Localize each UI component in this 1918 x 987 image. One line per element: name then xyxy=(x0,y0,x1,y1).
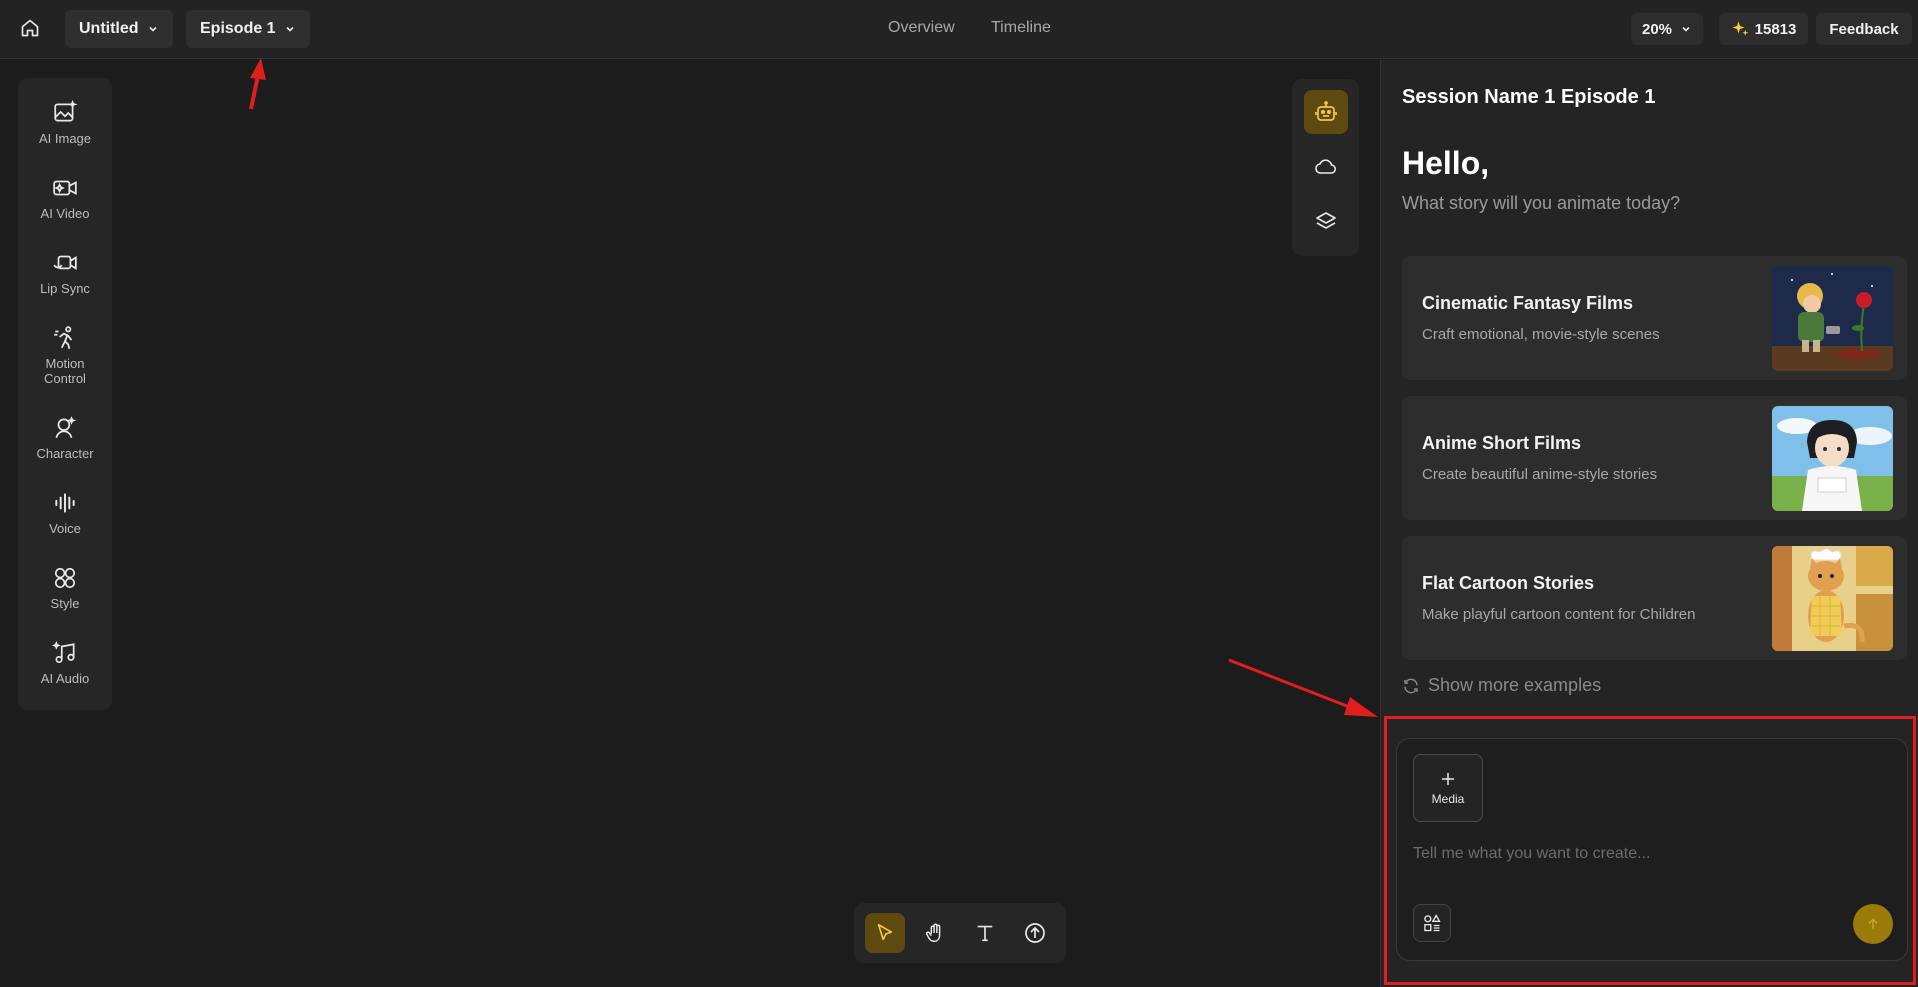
upload-tool[interactable] xyxy=(1015,913,1055,953)
upload-icon xyxy=(1025,923,1045,943)
motion-control-icon xyxy=(54,326,73,350)
annotation-arrow-composer xyxy=(1228,658,1378,717)
tool-label: Character xyxy=(36,446,94,461)
tool-label: Style xyxy=(50,596,80,611)
card-thumbnail xyxy=(1772,406,1893,511)
tool-ai-video[interactable]: AI Video xyxy=(18,175,112,221)
lip-sync-icon xyxy=(53,255,77,270)
pointer-icon xyxy=(877,923,893,941)
view-toolbar xyxy=(1292,79,1359,256)
send-button[interactable] xyxy=(1853,904,1893,944)
card-description: Craft emotional, movie-style scenes xyxy=(1422,326,1660,343)
home-icon xyxy=(21,19,39,37)
shapes-icon xyxy=(1424,914,1441,932)
episode-label: Episode 1 xyxy=(200,20,276,37)
credits-badge[interactable]: 15813 xyxy=(1719,13,1808,45)
ai-video-icon xyxy=(53,180,77,196)
hand-icon xyxy=(926,923,941,942)
canvas-toolbar xyxy=(854,903,1066,963)
cloud-button[interactable] xyxy=(1304,145,1348,189)
layers-icon xyxy=(1316,212,1336,229)
cloud-icon xyxy=(1315,159,1337,174)
zoom-level: 20% xyxy=(1641,20,1673,38)
tool-label: AI Audio xyxy=(40,671,90,686)
home-button[interactable] xyxy=(16,12,44,44)
card-title: Cinematic Fantasy Films xyxy=(1422,293,1634,313)
sparkles-icon xyxy=(1732,21,1748,36)
select-tool[interactable] xyxy=(865,913,905,953)
assistant-panel: Session Name 1 Episode 1 Hello, What sto… xyxy=(1380,60,1918,987)
nav-timeline[interactable]: Timeline xyxy=(991,19,1051,37)
annotation-arrow-episode xyxy=(249,58,266,110)
episode-dropdown[interactable]: Episode 1 xyxy=(186,10,310,48)
session-title: Session Name 1 Episode 1 xyxy=(1402,86,1656,108)
card-thumbnail xyxy=(1772,266,1893,371)
layers-button[interactable] xyxy=(1304,200,1348,244)
tool-label: AI Video xyxy=(40,206,90,221)
chevron-down-icon xyxy=(1682,26,1690,32)
hand-tool[interactable] xyxy=(915,913,955,953)
tool-ai-audio[interactable]: AI Audio xyxy=(18,640,112,686)
card-description: Create beautiful anime-style stories xyxy=(1422,466,1658,483)
ai-audio-icon xyxy=(52,641,75,664)
tool-ai-image[interactable]: AI Image xyxy=(18,100,112,146)
card-thumbnail xyxy=(1772,546,1893,651)
style-icon xyxy=(54,567,76,589)
voice-icon xyxy=(55,493,75,513)
card-description: Make playful cartoon content for Childre… xyxy=(1422,606,1696,623)
tool-lip-sync[interactable]: Lip Sync xyxy=(18,250,112,296)
feedback-button[interactable]: Feedback xyxy=(1816,13,1912,45)
chevron-down-icon xyxy=(286,26,294,32)
tool-label: Voice xyxy=(49,521,81,536)
agent-button[interactable] xyxy=(1304,90,1348,134)
tool-label: Lip Sync xyxy=(40,281,90,296)
tool-label: AI Image xyxy=(38,131,92,146)
zoom-dropdown[interactable]: 20% xyxy=(1631,13,1703,45)
example-card-cartoon[interactable]: Flat Cartoon Stories Make playful cartoo… xyxy=(1402,536,1907,660)
add-media-button[interactable]: Media xyxy=(1413,754,1483,822)
tool-label: Motion Control xyxy=(44,356,86,386)
nav-overview[interactable]: Overview xyxy=(888,19,955,37)
example-card-anime[interactable]: Anime Short Films Create beautiful anime… xyxy=(1402,396,1907,520)
show-more-examples[interactable]: Show more examples xyxy=(1402,675,1601,696)
project-label: Untitled xyxy=(79,20,139,37)
project-dropdown[interactable]: Untitled xyxy=(65,10,173,48)
chevron-down-icon xyxy=(148,26,157,32)
card-title: Flat Cartoon Stories xyxy=(1422,573,1595,593)
text-tool[interactable] xyxy=(965,913,1005,953)
card-title: Anime Short Films xyxy=(1422,433,1582,453)
templates-button[interactable] xyxy=(1413,904,1451,942)
tool-voice[interactable]: Voice xyxy=(18,490,112,536)
media-label: Media xyxy=(1431,792,1465,806)
greeting-subtitle: What story will you animate today? xyxy=(1402,193,1681,213)
prompt-composer: Media xyxy=(1396,738,1908,961)
prompt-input[interactable] xyxy=(1413,839,1883,869)
tool-style[interactable]: Style xyxy=(18,565,112,611)
show-more-label: Show more examples xyxy=(1428,675,1602,695)
robot-icon xyxy=(1315,101,1337,121)
plus-icon xyxy=(1442,773,1454,785)
character-icon xyxy=(55,416,77,439)
refresh-icon xyxy=(1404,678,1418,693)
arrow-up-icon xyxy=(1868,918,1878,929)
example-card-cinematic[interactable]: Cinematic Fantasy Films Craft emotional,… xyxy=(1402,256,1907,380)
text-icon xyxy=(977,925,993,942)
top-bar: Untitled Episode 1 Overview Timeline 20%… xyxy=(0,0,1918,59)
greeting: Hello, xyxy=(1402,145,1490,181)
tool-character[interactable]: Character xyxy=(18,415,112,461)
ai-image-icon xyxy=(54,100,78,122)
tool-sidebar: AI Image AI Video Lip Sync Motion Contro… xyxy=(18,78,112,710)
tool-motion-control[interactable]: Motion Control xyxy=(18,325,112,386)
credits-count: 15813 xyxy=(1754,20,1797,38)
